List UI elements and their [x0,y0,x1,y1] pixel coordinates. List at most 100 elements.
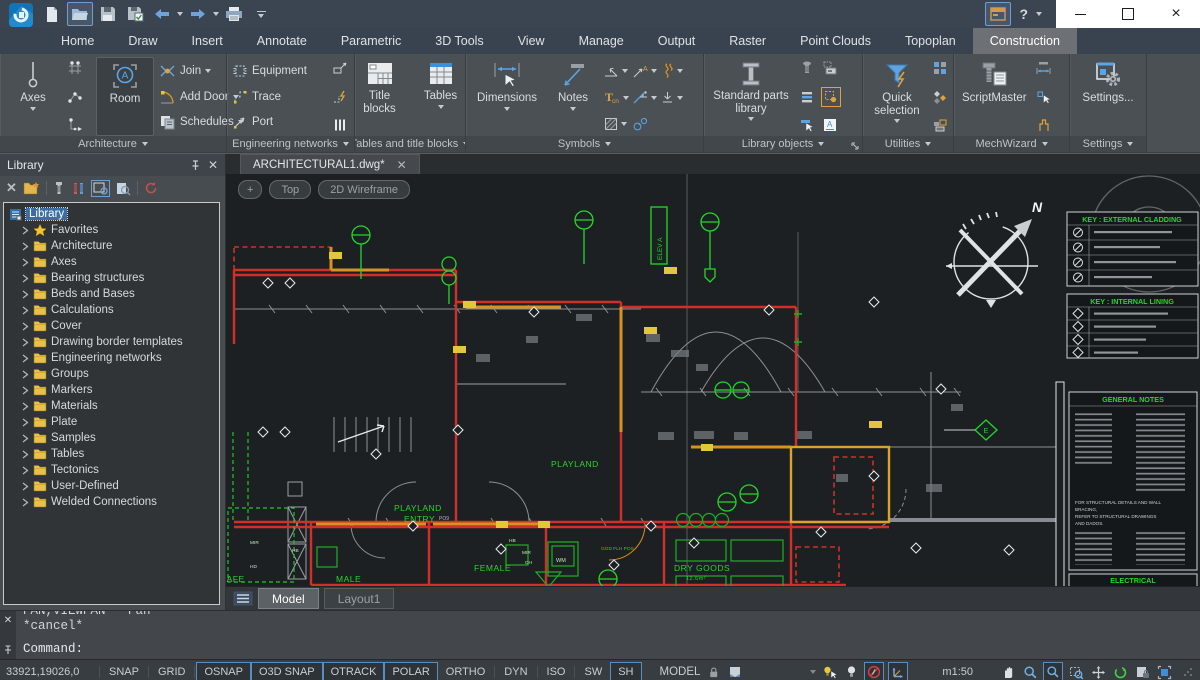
settings-button[interactable]: Settings... [1079,57,1136,136]
library-screws-button[interactable] [71,181,86,196]
hatch-button[interactable] [603,113,629,135]
print-button[interactable] [222,3,246,25]
quick-selection-button[interactable]: Quick selection [868,57,926,136]
port-button[interactable]: Port [232,110,329,134]
node-axes-button[interactable] [66,88,84,106]
layout-list-button[interactable] [233,591,253,606]
zoom-window-icon[interactable] [1043,662,1063,680]
toggle-grid[interactable]: GRID [150,662,194,680]
viewport-view-button[interactable]: Top [269,180,311,199]
model-space-label[interactable]: MODEL [660,666,701,678]
zoom-icon[interactable] [1021,663,1039,680]
equipment-button[interactable]: Equipment [232,59,329,83]
trace-electric-button[interactable] [331,88,349,106]
pin-icon[interactable] [191,160,200,171]
tree-item-favorites[interactable]: Favorites [6,222,217,238]
panel-label-utilities[interactable]: Utilities [863,136,953,152]
tab-point-clouds[interactable]: Point Clouds [783,28,888,54]
weld-symbol-button[interactable] [632,87,657,109]
orbit-icon[interactable] [1111,663,1129,680]
grid-axes-button[interactable] [66,59,84,77]
text-style-button[interactable]: Tcn [603,87,629,109]
undo-button[interactable] [150,3,174,25]
break-line-button[interactable] [660,60,683,82]
library-preview-button[interactable] [115,181,131,196]
help-dropdown[interactable] [1036,12,1042,16]
level-mark-button[interactable] [603,60,629,82]
sheet-icon[interactable] [726,663,744,680]
panel-label-mechwizard[interactable]: MechWizard [954,136,1069,152]
notes-button[interactable]: Notes [548,57,598,136]
mech-select-button[interactable] [1035,88,1053,106]
tree-item-architecture[interactable]: Architecture [6,238,217,254]
viewport-add-button[interactable]: + [238,180,262,199]
tree-item-engineering-networks[interactable]: Engineering networks [6,350,217,366]
room-button[interactable]: A Room [96,57,154,136]
view-frame-button[interactable] [821,59,839,77]
toggle-sw[interactable]: SW [576,662,610,680]
command-body[interactable]: PAN,VIEWPAN - Pan *cancel* Command: [16,611,1200,659]
panel-label-engineering[interactable]: Engineering networks [227,136,354,152]
bolt-insert-button[interactable] [798,59,816,77]
group-objects-button[interactable] [931,116,949,134]
ucs-icon[interactable] [888,662,908,680]
tab-manage[interactable]: Manage [562,28,641,54]
viewport-visual-style-button[interactable]: 2D Wireframe [318,180,410,199]
tree-item-bearing-structures[interactable]: Bearing structures [6,270,217,286]
tree-item-cover[interactable]: Cover [6,318,217,334]
toggle-iso[interactable]: ISO [539,662,574,680]
resize-grip[interactable] [1183,667,1193,677]
dimensions-button[interactable]: Dimensions [471,57,543,136]
tree-item-user-defined[interactable]: User-Defined [6,478,217,494]
tree-item-plate[interactable]: Plate [6,414,217,430]
trace-button[interactable]: Trace [232,85,329,109]
tree-item-welded-connections[interactable]: Welded Connections [6,494,217,510]
library-bolt-button[interactable] [53,181,65,196]
position-leader-button[interactable] [632,113,657,135]
isolate-objects-button[interactable] [931,59,949,77]
datum-button[interactable] [660,87,683,109]
toggle-snap[interactable]: SNAP [101,662,147,680]
toggle-ortho[interactable]: ORTHO [438,662,494,680]
light-icon[interactable] [842,663,860,680]
new-file-button[interactable] [40,3,64,25]
panel-label-tables[interactable]: Tables and title blocks [355,136,465,152]
light-select-icon[interactable] [820,663,838,680]
document-tab-close-icon[interactable]: ✕ [397,159,407,171]
tree-item-markers[interactable]: Markers [6,382,217,398]
redo-button[interactable] [186,3,210,25]
tree-item-tectonics[interactable]: Tectonics [6,462,217,478]
library-refresh-button[interactable] [144,181,158,195]
library-new-folder-button[interactable] [23,181,40,195]
minimize-button[interactable] [1056,0,1104,28]
tree-item-calculations[interactable]: Calculations [6,302,217,318]
tab-layout1[interactable]: Layout1 [324,588,395,609]
layout-lock-icon[interactable] [1133,663,1151,680]
library-close-icon[interactable]: ✕ [208,158,218,172]
mech-dimension-button[interactable] [1035,59,1053,77]
toggle-o3d-snap[interactable]: O3D SNAP [251,662,323,680]
tree-item-groups[interactable]: Groups [6,366,217,382]
tree-item-samples[interactable]: Samples [6,430,217,446]
close-button[interactable]: × [1152,0,1200,28]
save-button[interactable] [96,3,120,25]
ray-axis-button[interactable] [66,116,84,134]
status-expand-icon[interactable] [810,670,816,674]
scriptmaster-button[interactable]: ScriptMaster [959,57,1030,136]
select-part-button[interactable] [798,116,816,134]
tab-topoplan[interactable]: Topoplan [888,28,973,54]
tree-item-beds-and-bases[interactable]: Beds and Bases [6,286,217,302]
standard-parts-library-button[interactable]: Standard parts library [709,57,793,136]
title-blocks-button[interactable]: Title blocks [352,57,408,136]
fullscreen-icon[interactable] [1155,663,1173,680]
library-panel-header[interactable]: Library ✕ [0,154,225,176]
document-tab[interactable]: ARCHITECTURAL1.dwg* ✕ [240,154,420,174]
panel-label-library-objects[interactable]: Library objects [704,136,862,152]
dialog-launcher-icon[interactable] [851,142,859,150]
maximize-button[interactable] [1104,0,1152,28]
diamonds-tool-button[interactable] [931,88,949,106]
redo-dropdown[interactable] [213,12,219,16]
tab-draw[interactable]: Draw [111,28,174,54]
tab-output[interactable]: Output [641,28,713,54]
annotation-frame-button[interactable]: A [821,116,839,134]
